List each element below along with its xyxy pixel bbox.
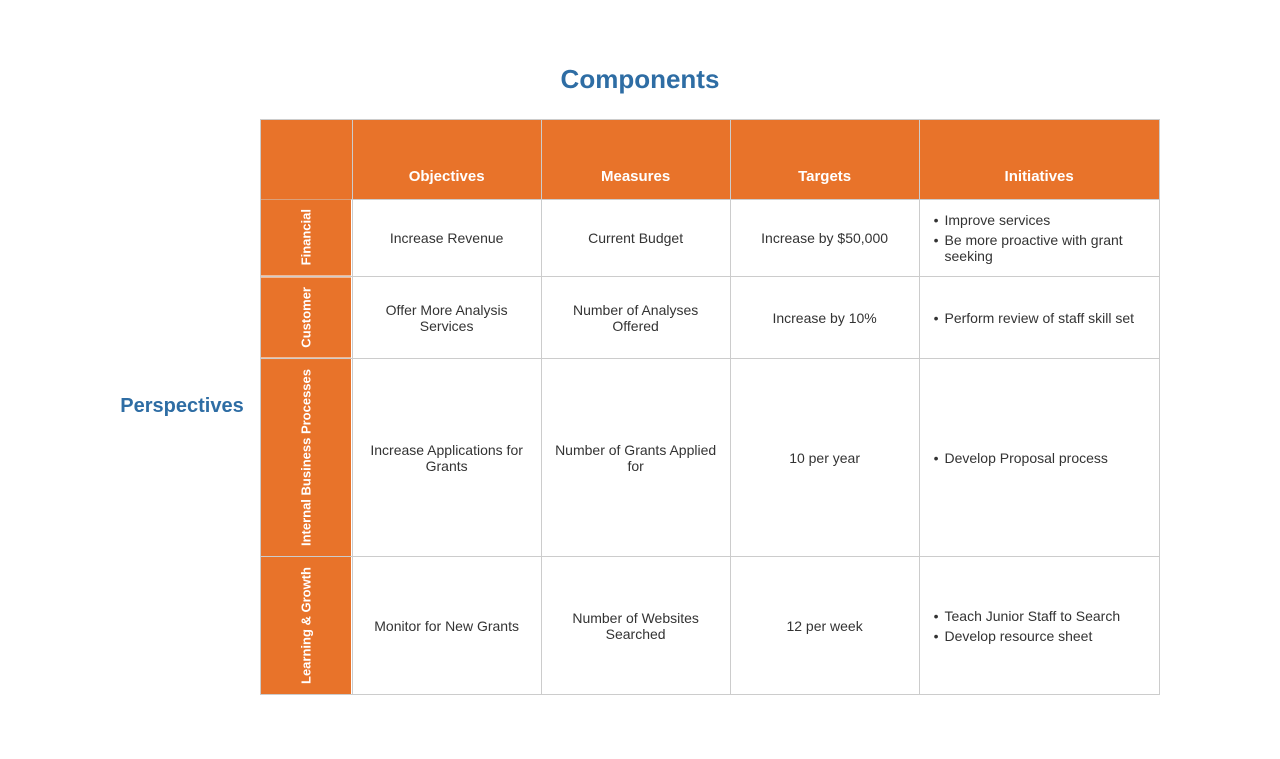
initiatives-cell: Teach Junior Staff to Search Develop reso… — [919, 557, 1159, 695]
perspective-cell: Financial — [260, 199, 352, 276]
measures-header: Measures — [541, 119, 730, 199]
objective-cell: Offer More Analysis Services — [352, 277, 541, 359]
targets-header: Targets — [730, 119, 919, 199]
page-wrapper: Components Perspectives Objectives Measu… — [0, 34, 1280, 725]
initiative-item: Develop Proposal process — [934, 450, 1145, 466]
table-row: FinancialIncrease RevenueCurrent BudgetI… — [260, 199, 1159, 276]
perspective-cell: Learning & Growth — [260, 557, 352, 695]
perspective-cell: Internal Business Processes — [260, 359, 352, 557]
objective-cell: Increase Applications for Grants — [352, 359, 541, 557]
measure-cell: Number of Analyses Offered — [541, 277, 730, 359]
initiative-item: Be more proactive with grant seeking — [934, 232, 1145, 264]
perspective-cell: Customer — [260, 277, 352, 359]
target-cell: Increase by $50,000 — [730, 199, 919, 276]
target-cell: 12 per week — [730, 557, 919, 695]
measure-cell: Current Budget — [541, 199, 730, 276]
initiative-item: Develop resource sheet — [934, 628, 1145, 644]
table-row: Learning & GrowthMonitor for New GrantsN… — [260, 557, 1159, 695]
objective-cell: Increase Revenue — [352, 199, 541, 276]
objectives-header: Objectives — [352, 119, 541, 199]
initiative-item: Improve services — [934, 212, 1145, 228]
initiative-item: Perform review of staff skill set — [934, 310, 1145, 326]
initiatives-cell: Perform review of staff skill set — [919, 277, 1159, 359]
measure-cell: Number of Websites Searched — [541, 557, 730, 695]
target-cell: 10 per year — [730, 359, 919, 557]
initiatives-header: Initiatives — [919, 119, 1159, 199]
target-cell: Increase by 10% — [730, 277, 919, 359]
outer-layout: Perspectives Objectives Measures Targets… — [120, 119, 1159, 695]
initiatives-cell: Develop Proposal process — [919, 359, 1159, 557]
perspectives-label: Perspectives — [120, 395, 243, 418]
table-row: CustomerOffer More Analysis ServicesNumb… — [260, 277, 1159, 359]
page-title: Components — [561, 64, 720, 95]
initiative-item: Teach Junior Staff to Search — [934, 608, 1145, 624]
measure-cell: Number of Grants Applied for — [541, 359, 730, 557]
corner-header — [260, 119, 352, 199]
objective-cell: Monitor for New Grants — [352, 557, 541, 695]
table-row: Internal Business ProcessesIncrease Appl… — [260, 359, 1159, 557]
initiatives-cell: Improve services Be more proactive with g… — [919, 199, 1159, 276]
scorecard-table: Objectives Measures Targets Initiatives … — [260, 119, 1160, 695]
